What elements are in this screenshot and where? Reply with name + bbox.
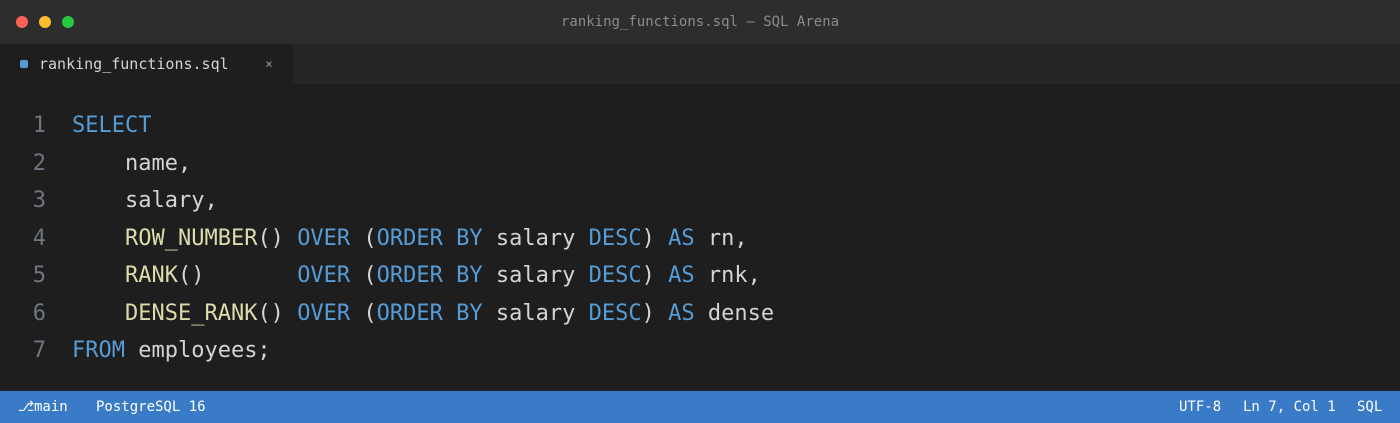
file-encoding[interactable]: UTF-8	[1179, 391, 1221, 423]
line-code: RANK() OVER (ORDER BY salary DESC) AS rn…	[72, 257, 761, 294]
sql-text: salary,	[72, 188, 218, 213]
editor-window: ranking_functions.sql — SQL Arena rankin…	[0, 0, 1400, 423]
sql-text: )	[641, 300, 669, 326]
sql-function: ROW_NUMBER	[124, 225, 258, 251]
sql-text: salary	[482, 225, 589, 251]
code-line[interactable]: 2 name,	[0, 145, 1400, 182]
git-branch-icon: ⎇	[18, 399, 35, 415]
sql-text: ()	[177, 263, 298, 288]
sql-keyword: AS	[668, 263, 695, 288]
code-line[interactable]: 4 ROW_NUMBER() OVER (ORDER BY salary DES…	[0, 220, 1400, 257]
sql-keyword: DESC	[588, 263, 642, 288]
tab-ranking-functions[interactable]: ranking_functions.sql ×	[0, 44, 293, 84]
code-line[interactable]: 5 RANK() OVER (ORDER BY salary DESC) AS …	[0, 257, 1400, 294]
sql-text: rnk,	[694, 263, 761, 288]
code-line[interactable]: 1 SELECT	[0, 107, 1400, 144]
line-code: DENSE_RANK() OVER (ORDER BY salary DESC)…	[72, 295, 774, 332]
file-modified-dot-icon	[20, 60, 28, 68]
sql-text: name,	[72, 150, 192, 176]
sql-keyword: OVER	[297, 225, 351, 251]
tab-close-icon[interactable]: ×	[262, 44, 276, 84]
sql-keyword: AS	[668, 300, 695, 326]
sql-text: (	[350, 263, 377, 288]
line-number: 5	[32, 263, 46, 288]
language-mode[interactable]: SQL	[1357, 391, 1382, 423]
sql-keyword: OVER	[297, 263, 351, 288]
line-number: 7	[32, 338, 46, 363]
sql-keyword: FROM	[72, 338, 125, 363]
sql-keyword: ORDER BY	[376, 263, 483, 288]
sql-text: (	[350, 225, 377, 251]
sql-keyword: ORDER BY	[376, 300, 483, 326]
sql-text: salary	[482, 263, 589, 288]
sql-function: DENSE_RANK	[124, 300, 258, 326]
code-line[interactable]: 6 DENSE_RANK() OVER (ORDER BY salary DES…	[0, 295, 1400, 332]
database-version[interactable]: PostgreSQL 16	[96, 391, 206, 423]
sql-keyword: DESC	[588, 225, 642, 251]
code-editor[interactable]: 1 SELECT 2 name, 3 salary, 4 ROW_NUMBER() OV…	[0, 84, 1400, 391]
sql-keyword: DESC	[588, 300, 642, 326]
line-number: 4	[32, 225, 46, 251]
line-number: 2	[32, 150, 46, 176]
sql-text: )	[641, 263, 669, 288]
line-code: ROW_NUMBER() OVER (ORDER BY salary DESC)…	[72, 220, 748, 257]
code-line[interactable]: 7 FROM employees;	[0, 332, 1400, 369]
status-bar: ⎇main PostgreSQL 16 UTF-8 Ln 7, Col 1 SQ…	[0, 391, 1400, 423]
sql-text: rn,	[694, 225, 748, 251]
line-number: 6	[32, 300, 46, 326]
line-code: salary,	[72, 182, 218, 219]
sql-text: ()	[257, 300, 298, 326]
cursor-position[interactable]: Ln 7, Col 1	[1243, 391, 1336, 423]
tab-label: ranking_functions.sql	[39, 55, 229, 73]
sql-keyword: ORDER BY	[376, 225, 483, 251]
sql-text: (	[350, 300, 377, 326]
tab-bar: ranking_functions.sql ×	[0, 44, 1400, 84]
sql-text: employees;	[124, 338, 271, 363]
code-line[interactable]: 3 salary,	[0, 182, 1400, 219]
line-code: FROM employees;	[72, 332, 271, 369]
sql-text: salary	[482, 300, 589, 326]
branch-indicator[interactable]: ⎇main	[18, 391, 68, 423]
line-code: name,	[72, 145, 191, 182]
line-number: 1	[32, 113, 46, 138]
sql-function: RANK	[124, 263, 178, 288]
line-code: SELECT	[72, 107, 151, 144]
title-bar: ranking_functions.sql — SQL Arena	[0, 0, 1400, 44]
branch-name: main	[34, 399, 68, 415]
sql-text: dense	[694, 300, 775, 326]
line-number: 3	[32, 188, 46, 213]
sql-keyword: SELECT	[72, 113, 152, 138]
window-title: ranking_functions.sql — SQL Arena	[560, 14, 840, 30]
sql-keyword: AS	[668, 225, 695, 251]
sql-text: )	[641, 225, 669, 251]
sql-keyword: OVER	[297, 300, 351, 326]
sql-text: ()	[257, 225, 298, 251]
